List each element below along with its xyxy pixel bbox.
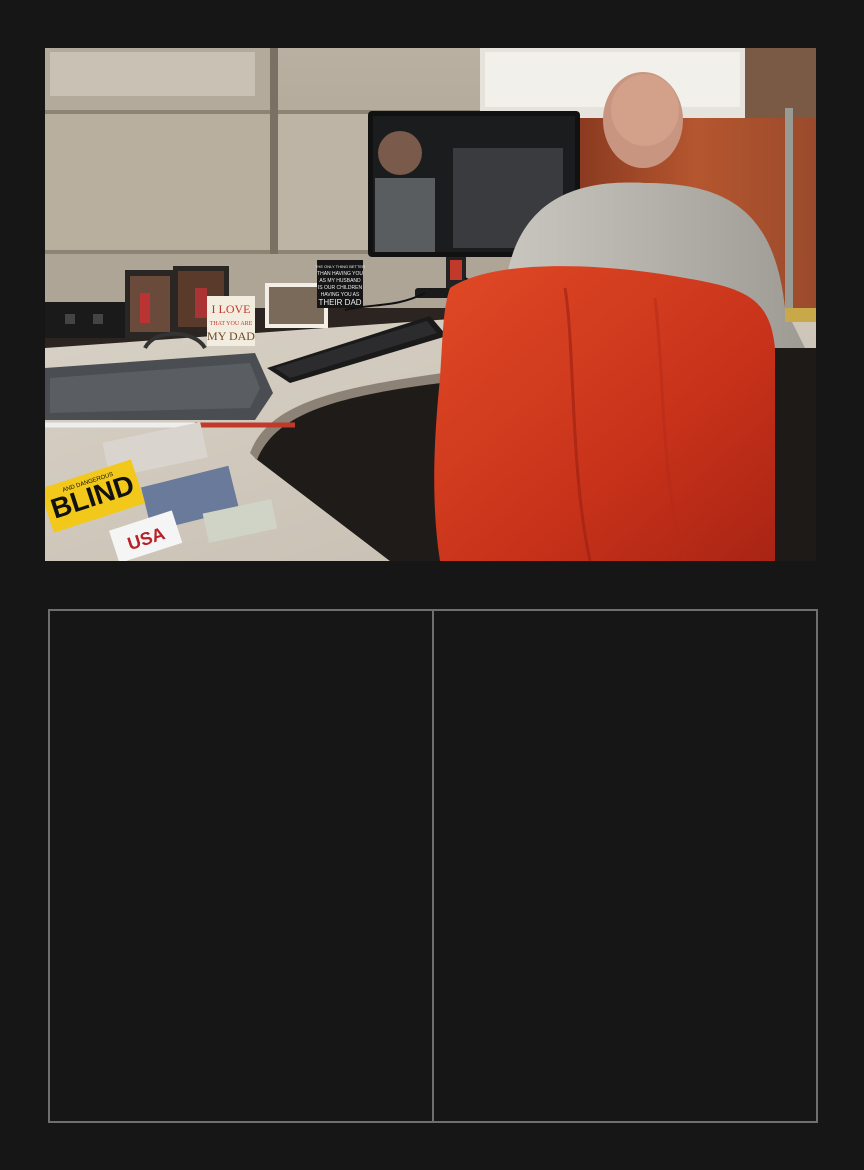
right-pane [434, 611, 816, 1121]
sign-quote-line3: AS MY HUSBAND [319, 278, 361, 284]
photo-illustration: I LOVE THAT YOU ARE MY DAD THE ONLY THIN… [45, 48, 816, 561]
empty-frame [48, 609, 818, 1123]
sign-quote-line6: THEIR DAD [318, 298, 361, 307]
sign-quote-line2: THAN HAVING YOU [317, 271, 363, 277]
office-photo: I LOVE THAT YOU ARE MY DAD THE ONLY THIN… [45, 48, 816, 561]
page: I LOVE THAT YOU ARE MY DAD THE ONLY THIN… [0, 0, 864, 1170]
sign-quote-line1: THE ONLY THING BETTER [315, 264, 365, 269]
sign-love-line2: THAT YOU ARE [210, 321, 253, 327]
sign-quote-line4: IS OUR CHILDREN [318, 285, 363, 291]
sign-love-line1: I LOVE [212, 302, 251, 316]
left-pane [50, 611, 432, 1121]
sign-love-line3: MY DAD [207, 329, 255, 343]
